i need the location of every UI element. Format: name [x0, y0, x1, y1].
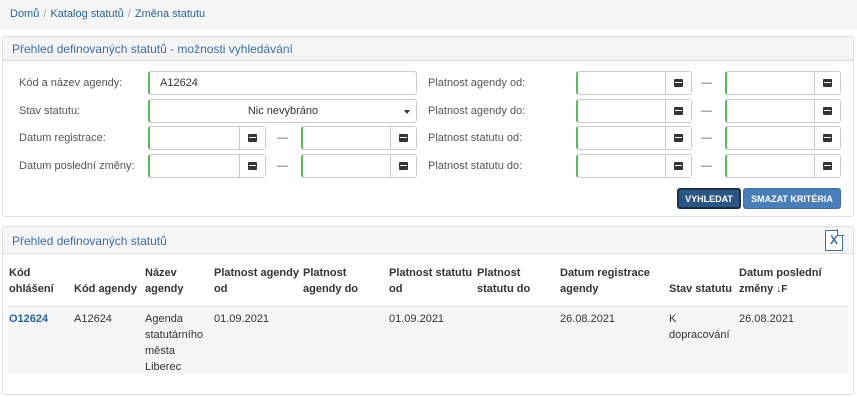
calendar-icon[interactable]	[665, 72, 691, 94]
calendar-icon[interactable]	[665, 127, 691, 149]
agenda-code-value: A12624	[160, 77, 198, 89]
column-header-agenda-to[interactable]: Platnost agendy do	[303, 265, 373, 297]
caret-down-icon	[404, 110, 410, 114]
column-header-registration[interactable]: Datum registrace agendy	[560, 265, 655, 297]
range-dash: —	[277, 160, 288, 172]
row-registration: 26.08.2021	[560, 313, 616, 325]
row-status: K dopracování	[669, 313, 730, 341]
breadcrumb-separator: /	[43, 8, 47, 20]
calendar-icon[interactable]	[814, 72, 840, 94]
range-dash: —	[701, 77, 712, 89]
range-dash: —	[701, 132, 712, 144]
column-header-agenda-name[interactable]: Název agendy	[145, 265, 195, 297]
statute-valid-from-label: Platnost statutu od:	[428, 132, 523, 144]
agenda-valid-from-end-input[interactable]	[725, 71, 841, 95]
row-last-change: 26.08.2021	[739, 313, 795, 325]
column-header-statute-from[interactable]: Platnost statutu od	[389, 265, 475, 297]
statute-valid-to-start-input[interactable]	[576, 154, 692, 178]
statute-valid-to-label: Platnost statutu do:	[428, 160, 523, 172]
column-header-agenda-from[interactable]: Platnost agendy od	[214, 265, 302, 297]
agenda-valid-from-label: Platnost agendy od:	[428, 77, 526, 89]
agenda-code-input[interactable]: A12624	[148, 71, 417, 95]
calendar-icon[interactable]	[390, 155, 416, 177]
breadcrumb-home[interactable]: Domů	[10, 8, 39, 20]
last-change-to-input[interactable]	[301, 154, 417, 178]
search-panel-title: Přehled definovaných statutů - možnosti …	[3, 37, 853, 61]
clear-criteria-button[interactable]: SMAZAT KRITÉRIA	[743, 188, 841, 209]
calendar-icon[interactable]	[390, 127, 416, 149]
registration-to-input[interactable]	[301, 126, 417, 150]
statute-valid-from-start-input[interactable]	[576, 126, 692, 150]
row-agenda-code: A12624	[74, 313, 112, 325]
column-header-status[interactable]: Stav statutu	[669, 281, 737, 297]
breadcrumb-current[interactable]: Změna statutu	[135, 8, 205, 20]
sort-descending-icon[interactable]: ↓F	[776, 284, 787, 295]
results-panel-heading: Přehled definovaných statutů X	[3, 227, 853, 254]
calendar-icon[interactable]	[814, 100, 840, 122]
statute-valid-to-end-input[interactable]	[725, 154, 841, 178]
calendar-icon[interactable]	[239, 155, 265, 177]
agenda-valid-to-end-input[interactable]	[725, 99, 841, 123]
row-agenda-from: 01.09.2021	[214, 313, 270, 325]
last-change-label: Datum poslední změny:	[19, 160, 135, 172]
registration-label: Datum registrace:	[19, 132, 106, 144]
calendar-icon[interactable]	[814, 127, 840, 149]
status-select[interactable]: Nic nevybráno	[148, 99, 417, 123]
registration-from-input[interactable]	[148, 126, 266, 150]
calendar-icon[interactable]	[665, 155, 691, 177]
calendar-icon[interactable]	[665, 100, 691, 122]
row-agenda-name: Agenda statutárního města Liberec	[145, 313, 204, 373]
agenda-valid-from-start-input[interactable]	[576, 71, 692, 95]
range-dash: —	[277, 132, 288, 144]
search-panel: Přehled definovaných statutů - možnosti …	[2, 36, 854, 217]
agenda-code-label: Kód a název agendy:	[19, 77, 123, 89]
status-select-value: Nic nevybráno	[247, 105, 319, 117]
results-panel-title: Přehled definovaných statutů	[12, 234, 167, 248]
column-header-last-change[interactable]: Datum poslední změny ↓F	[739, 265, 829, 298]
column-header-agenda-code[interactable]: Kód agendy	[74, 281, 140, 297]
range-dash: —	[701, 160, 712, 172]
agenda-valid-to-start-input[interactable]	[576, 99, 692, 123]
breadcrumb: Domů / Katalog statutů / Změna statutu	[0, 0, 857, 30]
column-header-statute-to[interactable]: Platnost statutu do	[477, 265, 543, 297]
calendar-icon[interactable]	[814, 155, 840, 177]
column-header-code[interactable]: Kód ohlášení	[9, 265, 59, 297]
statute-valid-from-end-input[interactable]	[725, 126, 841, 150]
row-statute-from: 01.09.2021	[389, 313, 445, 325]
agenda-valid-to-label: Platnost agendy do:	[428, 105, 526, 117]
excel-icon[interactable]: X	[825, 229, 844, 251]
calendar-icon[interactable]	[239, 127, 265, 149]
status-label: Stav statutu:	[19, 105, 81, 117]
breadcrumb-catalog[interactable]: Katalog statutů	[50, 8, 123, 20]
last-change-from-input[interactable]	[148, 154, 266, 178]
breadcrumb-separator: /	[127, 8, 131, 20]
results-panel: Přehled definovaných statutů X Kód ohláš…	[2, 226, 854, 395]
row-code-link[interactable]: O12624	[9, 311, 48, 327]
range-dash: —	[701, 105, 712, 117]
search-button[interactable]: VYHLEDAT	[677, 188, 741, 209]
